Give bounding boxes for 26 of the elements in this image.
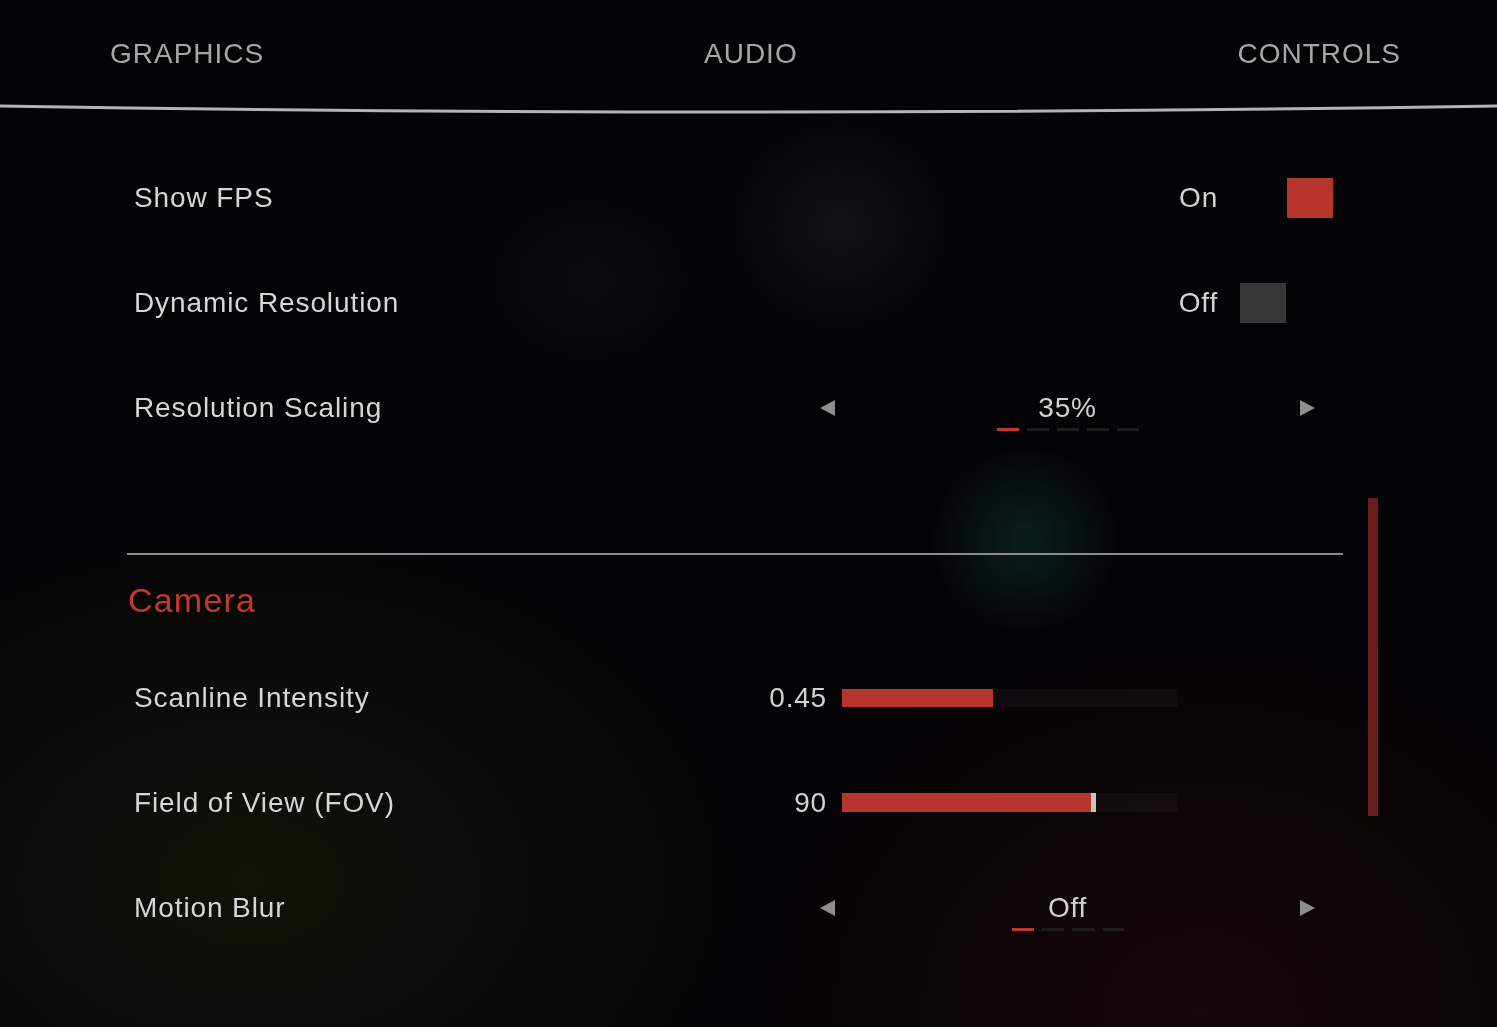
section-heading: Camera <box>128 580 257 620</box>
arrow-right-icon[interactable] <box>1300 899 1315 916</box>
slider-track[interactable] <box>842 688 1178 707</box>
setting-label: Scanline Intensity <box>134 681 370 714</box>
setting-value: Off <box>1178 286 1218 319</box>
tab[interactable]: AUDIO <box>704 38 798 70</box>
tab[interactable]: CONTROLS <box>1237 38 1401 70</box>
slider-value: 90 <box>793 786 827 819</box>
toggle-switch[interactable] <box>1287 177 1333 218</box>
setting-label: Resolution Scaling <box>134 391 383 424</box>
setting-label: Motion Blur <box>134 891 286 924</box>
arrow-left-icon[interactable] <box>820 899 835 916</box>
scrollbar-thumb[interactable] <box>1368 498 1378 816</box>
slider-handle[interactable] <box>1090 793 1096 812</box>
toggle-switch[interactable] <box>1240 282 1286 323</box>
tab[interactable]: GRAPHICS <box>110 38 265 70</box>
slider-value: 0.45 <box>768 681 827 714</box>
setting-label: Show FPS <box>134 181 274 214</box>
setting-label: Field of View (FOV) <box>134 786 395 819</box>
setting-value: 35% <box>1038 392 1097 424</box>
arrow-right-icon[interactable] <box>1300 399 1315 416</box>
arrow-left-icon[interactable] <box>820 399 835 416</box>
setting-label: Dynamic Resolution <box>134 286 400 319</box>
setting-value: On <box>1179 181 1218 214</box>
slider-track[interactable] <box>842 793 1178 812</box>
setting-value: Off <box>1047 892 1088 924</box>
